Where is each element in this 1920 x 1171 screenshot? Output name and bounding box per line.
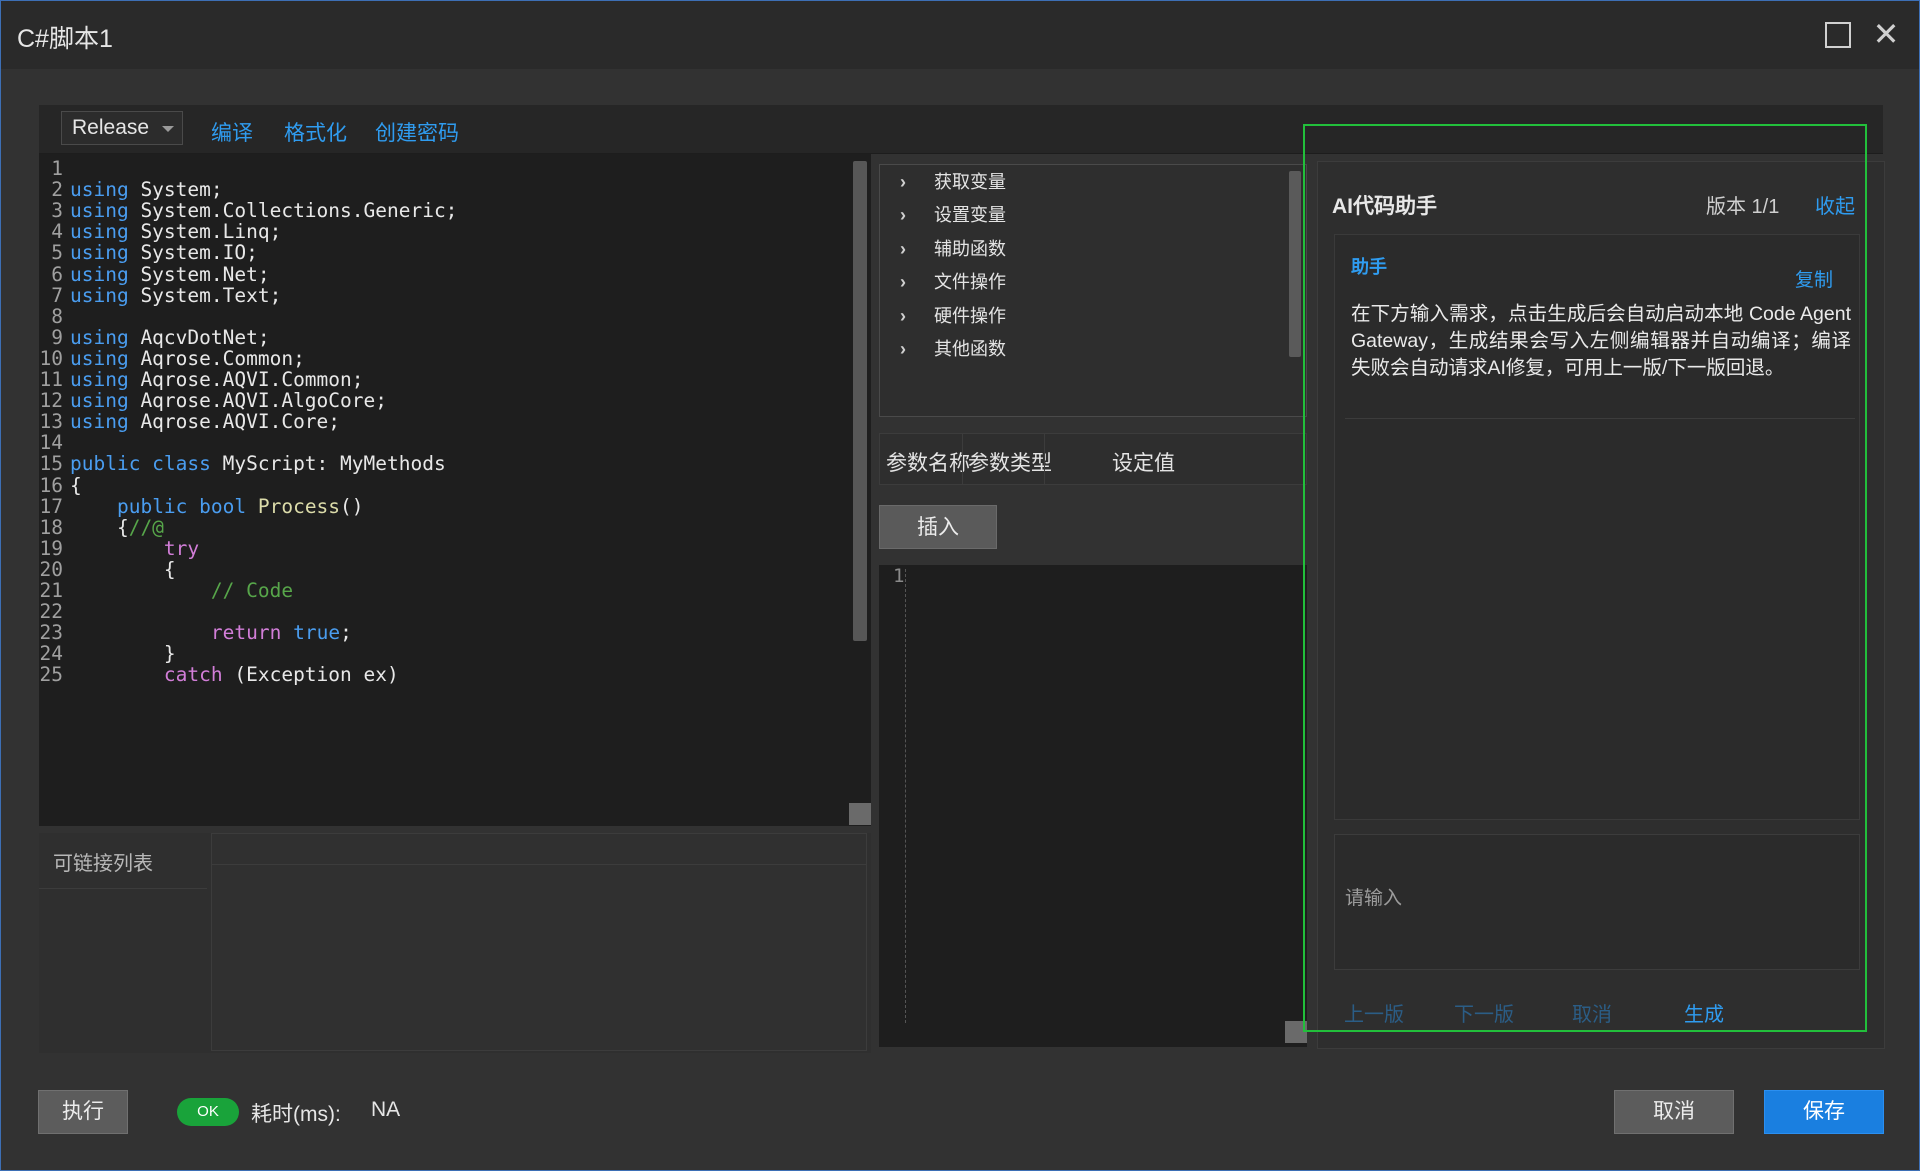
script-dialog: C#脚本1 ✕ Release 编译 格式化 创建密码 1 2 using Syst… — [0, 0, 1920, 1171]
ai-assistant-panel: AI代码助手 版本 1/1 收起 助手 复制 在下方输入需求，点击生成后会自动启… — [1317, 161, 1885, 1049]
ai-panel-title: AI代码助手 — [1332, 195, 1437, 218]
col-param-name: 参数名称 — [886, 452, 970, 475]
code-editor[interactable]: 1 2 using System; 3 using System.Collections… — [39, 154, 871, 826]
function-group-item[interactable]: › 硬件操作 — [900, 301, 1006, 331]
col-param-value: 设定值 — [1112, 452, 1175, 475]
link-list-header — [212, 834, 866, 865]
title-bar: C#脚本1 ✕ — [1, 1, 1919, 69]
line-number: 1 — [893, 565, 905, 587]
close-icon[interactable]: ✕ — [1871, 18, 1901, 50]
run-button[interactable]: 执行 — [38, 1090, 128, 1134]
elapsed-time-label: 耗时(ms): — [251, 1103, 341, 1126]
function-group-item[interactable]: › 获取变量 — [900, 167, 1006, 197]
editor-resize-corner[interactable] — [849, 803, 871, 825]
cancel-button[interactable]: 取消 — [1614, 1090, 1734, 1134]
prev-version-button[interactable]: 上一版 — [1344, 998, 1404, 1027]
ai-version-label: 版本 1/1 — [1706, 196, 1780, 218]
function-tree-scrollbar[interactable] — [1289, 171, 1301, 357]
chevron-right-icon: › — [900, 305, 906, 326]
function-group-item[interactable]: › 其他函数 — [900, 334, 1006, 364]
function-group-item[interactable]: › 文件操作 — [900, 267, 1006, 297]
divider — [1044, 434, 1045, 484]
save-button[interactable]: 保存 — [1764, 1090, 1884, 1134]
chevron-right-icon: › — [900, 172, 906, 192]
ai-prompt-input[interactable] — [1335, 883, 1827, 915]
code-line: 25 catch (Exception ex) — [39, 662, 859, 688]
chevron-down-icon — [162, 126, 174, 132]
function-group-item[interactable]: › 设置变量 — [900, 200, 1006, 230]
chevron-right-icon: › — [900, 339, 906, 359]
function-group-item[interactable]: › 辅助函数 — [900, 234, 1006, 264]
build-config-value: Release — [72, 116, 150, 139]
insert-button[interactable]: 插入 — [879, 505, 997, 549]
snippet-resize-corner[interactable] — [1285, 1021, 1307, 1043]
snippet-editor[interactable]: 1 — [879, 565, 1307, 1047]
status-badge: OK — [177, 1098, 239, 1126]
elapsed-time-value: NA — [371, 1098, 401, 1121]
link-list-label: 可链接列表 — [53, 853, 153, 875]
window-title: C#脚本1 — [17, 25, 113, 53]
function-tree: › 获取变量 › 设置变量 › 辅助函数 › 文件操作 › 硬件操作 › 其他函数 — [879, 164, 1307, 417]
toolbar: Release 编译 格式化 创建密码 — [39, 105, 1883, 154]
function-group-label: 其他函数 — [934, 339, 1006, 359]
divider — [962, 434, 963, 484]
next-version-button[interactable]: 下一版 — [1454, 998, 1514, 1027]
divider — [39, 888, 207, 889]
link-panel: 可链接列表 — [39, 833, 871, 1053]
function-group-label: 设置变量 — [934, 205, 1006, 226]
link-list[interactable] — [211, 833, 867, 1051]
indent-guide — [905, 569, 906, 1023]
maximize-icon[interactable] — [1825, 22, 1851, 48]
ai-cancel-button[interactable]: 取消 — [1572, 998, 1612, 1027]
message-role: 助手 — [1351, 257, 1387, 277]
col-param-type: 参数类型 — [968, 452, 1052, 475]
editor-scrollbar[interactable] — [853, 161, 867, 641]
chevron-right-icon: › — [900, 238, 906, 259]
function-group-label: 辅助函数 — [934, 238, 1006, 259]
build-config-select[interactable]: Release — [61, 111, 183, 145]
param-table-header: 参数名称 参数类型 设定值 — [879, 433, 1307, 485]
code-text: catch (Exception ex) — [70, 662, 399, 688]
generate-button[interactable]: 生成 — [1684, 998, 1724, 1027]
chevron-right-icon: › — [900, 205, 906, 226]
line-number: 25 — [39, 663, 63, 687]
divider — [1345, 418, 1855, 419]
copy-link[interactable]: 复制 — [1795, 265, 1833, 292]
chevron-right-icon: › — [900, 272, 906, 293]
assistant-message: 助手 复制 在下方输入需求，点击生成后会自动启动本地 Code Agent Ga… — [1334, 234, 1860, 820]
collapse-link[interactable]: 收起 — [1815, 190, 1855, 219]
message-text: 在下方输入需求，点击生成后会自动启动本地 Code Agent Gateway，… — [1351, 303, 1851, 379]
function-group-label: 获取变量 — [934, 172, 1006, 192]
format-link[interactable]: 格式化 — [284, 117, 347, 147]
compile-link[interactable]: 编译 — [211, 117, 253, 147]
create-password-link[interactable]: 创建密码 — [375, 117, 459, 147]
code-token: catch — [163, 663, 223, 687]
function-group-label: 硬件操作 — [934, 305, 1006, 326]
ai-prompt-box[interactable] — [1334, 834, 1860, 970]
code-token: (Exception ex) — [222, 663, 399, 687]
function-group-label: 文件操作 — [934, 272, 1006, 293]
